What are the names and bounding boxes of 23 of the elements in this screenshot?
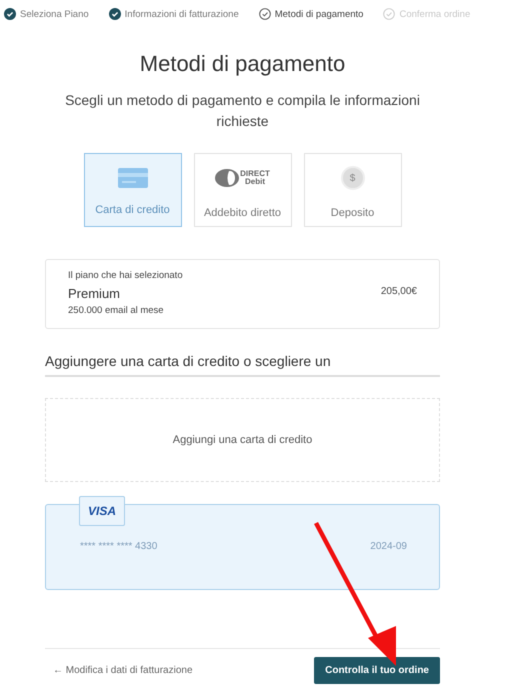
section-heading: Aggiungere una carta di credito o scegliere un [45,353,440,377]
plan-caption: Il piano che hai selezionato [68,270,183,281]
direct-debit-logo-icon [215,168,240,188]
card-expiry: 2024-09 [370,541,407,552]
logo-text: DIRECT Debit [240,170,270,186]
step-label: Seleziona Piano [20,8,89,20]
card-brand-logo: VISA [79,496,125,526]
payment-method-option[interactable]: DIRECT Debit Addebito diretto [194,153,292,227]
plan-detail: 250.000 email al mese [68,305,165,316]
page-title: Metodi di pagamento [138,51,346,77]
card-number: **** **** **** 4330 [80,541,158,552]
page-subtitle: Scegli un metodo di pagamento e compila le informazioni richieste [64,91,421,131]
add-card-button[interactable]: Aggiungi una carta di credito [45,398,440,482]
payment-method-option[interactable]: $ Deposito [304,153,402,227]
coin-icon: $ [340,166,364,190]
plan-name: Premium [68,286,122,301]
plan-price: 205,00€ [380,286,417,297]
credit-card-icon [118,168,148,188]
step-label: Metodi di pagamento [274,8,364,20]
back-link[interactable]: ← Modifica i dati di fatturazione [53,665,193,676]
step-label: Informazioni di fatturazione [124,8,239,20]
payment-method-option[interactable]: Carta di credito [84,153,182,227]
review-order-button[interactable]: Controlla il tuo ordine [314,657,440,684]
